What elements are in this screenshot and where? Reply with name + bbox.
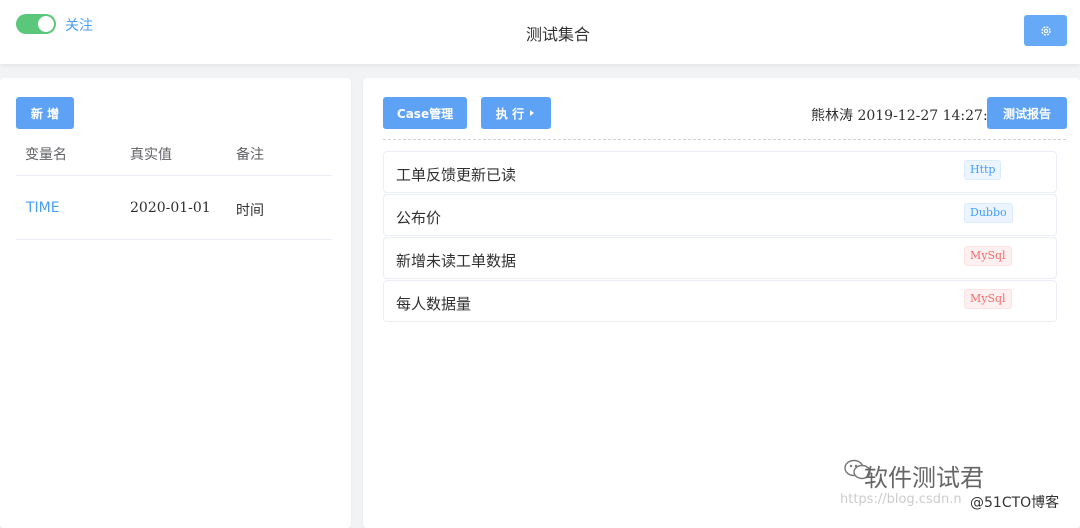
watermark-account: 软件测试君	[864, 464, 984, 492]
case-item[interactable]: 公布价 Dubbo	[383, 194, 1057, 236]
case-name: 每人数据量	[396, 295, 472, 313]
table-row-divider	[16, 239, 332, 240]
caret-right-icon	[530, 110, 535, 116]
column-header-real-value: 真实值	[130, 147, 172, 163]
execute-button[interactable]: 执 行	[481, 97, 551, 129]
case-type-tag: MySql	[964, 289, 1012, 309]
case-item[interactable]: 新增未读工单数据 MySql	[383, 237, 1057, 279]
case-type-tag: Dubbo	[964, 203, 1013, 223]
case-item[interactable]: 每人数据量 MySql	[383, 280, 1057, 322]
settings-button[interactable]	[1024, 15, 1067, 46]
case-name: 工单反馈更新已读	[396, 166, 517, 184]
column-header-note: 备注	[236, 147, 264, 163]
case-name: 公布价	[396, 209, 442, 227]
add-variable-button[interactable]: 新 增	[16, 97, 74, 129]
page-title: 测试集合	[525, 25, 590, 44]
case-manage-button[interactable]: Case管理	[383, 97, 467, 129]
variables-panel: 新 增 变量名 真实值 备注 TIME 2020-01-01 时间	[0, 78, 351, 528]
watermark-url: https://blog.csdn.n	[840, 492, 962, 507]
column-header-variable-name: 变量名	[25, 147, 67, 163]
case-type-tag: Http	[964, 160, 1002, 180]
variable-note: 时间	[236, 203, 264, 219]
variable-name-link[interactable]: TIME	[26, 200, 60, 216]
execute-button-label: 执 行	[495, 106, 525, 121]
case-item[interactable]: 工单反馈更新已读 Http	[383, 151, 1057, 193]
last-run-info: 熊林涛 2019-12-27 14:27:42	[811, 108, 1006, 124]
case-name: 新增未读工单数据	[396, 252, 517, 270]
table-header-divider	[16, 175, 332, 176]
test-report-button[interactable]: 测试报告	[987, 97, 1067, 129]
variable-value: 2020-01-01	[130, 200, 211, 216]
dashed-divider	[383, 139, 1066, 140]
top-header: 关注 测试集合	[0, 0, 1080, 64]
watermark-site: @51CTO博客	[970, 495, 1060, 511]
gear-icon	[1040, 25, 1051, 36]
case-type-tag: MySql	[964, 246, 1012, 266]
